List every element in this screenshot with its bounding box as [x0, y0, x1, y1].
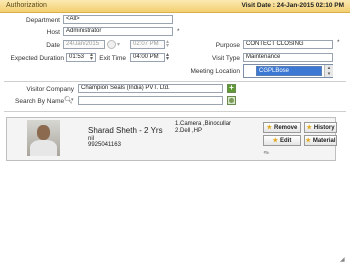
date-label: Date	[46, 42, 60, 49]
search-dropdown-icon[interactable]: ▾	[71, 97, 74, 103]
visit-date: Visit Date : 24-Jan-2015 02:10 PM	[241, 2, 345, 9]
host-label: Host	[46, 29, 60, 36]
section-divider	[4, 81, 346, 82]
exit-time-label: Exit Time	[99, 55, 126, 62]
edit-button[interactable]: ★ Edit	[263, 135, 301, 146]
host-required-mark: *	[177, 28, 180, 35]
purpose-input[interactable]: CONTECT CLOSING	[243, 40, 333, 49]
visit-type-select[interactable]: Maintenance	[243, 53, 333, 62]
meeting-location-label: Meeting Location	[190, 68, 240, 75]
remove-icon: ★	[266, 125, 273, 131]
resize-grip-icon[interactable]: ◢	[340, 256, 345, 263]
host-select[interactable]: Administrator	[63, 27, 173, 36]
date-dropdown-icon[interactable]: ▾	[117, 41, 120, 48]
material-icon: ★	[305, 138, 311, 144]
section-divider-2	[4, 111, 346, 112]
material-item-2: 2.Dell ,HP	[175, 128, 203, 134]
material-item-1: 1.Camera ,Binocullar	[175, 121, 232, 127]
visitor-company-input[interactable]: Champion Seals (India) PVT. Ltd.	[78, 84, 223, 93]
duration-spinner[interactable]: ▴ ▾	[90, 52, 93, 62]
search-by-name-input[interactable]	[78, 96, 223, 105]
search-by-name-label: Search By Name	[15, 98, 65, 105]
add-company-button[interactable]: +	[227, 84, 236, 93]
department-select[interactable]: <All>	[63, 15, 173, 24]
meeting-location-selected[interactable]: CGPLBose	[256, 66, 322, 76]
expected-duration-label: Expected Duration	[10, 55, 64, 62]
visitor-name: Sharad Sheth - 2 Yrs	[88, 126, 163, 135]
add-visitor-button[interactable]	[227, 96, 236, 105]
visitor-phone: 9925041163	[88, 142, 121, 148]
visit-type-label: Visit Type	[212, 55, 240, 62]
meeting-location-scrollbar[interactable]: ▴ ▾	[324, 65, 333, 77]
calendar-icon[interactable]	[107, 40, 116, 49]
visitor-card: Sharad Sheth - 2 Yrs nil 9925041163 1.Ca…	[6, 117, 337, 161]
material-button[interactable]: ★ Material	[304, 135, 337, 146]
title-bar: Authorization Visit Date : 24-Jan-2015 0…	[0, 0, 350, 13]
person-add-icon	[229, 98, 234, 103]
stamp-icon[interactable]: ✎	[262, 148, 272, 158]
purpose-required-mark: *	[337, 39, 340, 46]
remove-button[interactable]: ★ Remove	[263, 122, 301, 133]
department-label: Department	[26, 17, 60, 24]
history-icon: ★	[306, 125, 312, 131]
exit-time-spinner[interactable]: ▴ ▾	[166, 52, 169, 62]
time-spinner[interactable]: ▴ ▾	[166, 39, 169, 49]
visitor-company-label: Visitor Company	[26, 86, 74, 93]
meeting-location-list[interactable]: CGPLBose ▴ ▾	[243, 64, 333, 78]
history-button[interactable]: ★ History	[304, 122, 337, 133]
visitor-photo	[27, 120, 60, 156]
date-input[interactable]: 24/Jan/2015	[63, 40, 105, 49]
edit-icon: ★	[272, 138, 279, 144]
exit-time-input[interactable]: 04:00 PM	[130, 53, 165, 62]
time-input[interactable]: 02:07 PM	[130, 40, 165, 49]
purpose-label: Purpose	[215, 42, 240, 49]
window-title: Authorization	[6, 2, 47, 9]
